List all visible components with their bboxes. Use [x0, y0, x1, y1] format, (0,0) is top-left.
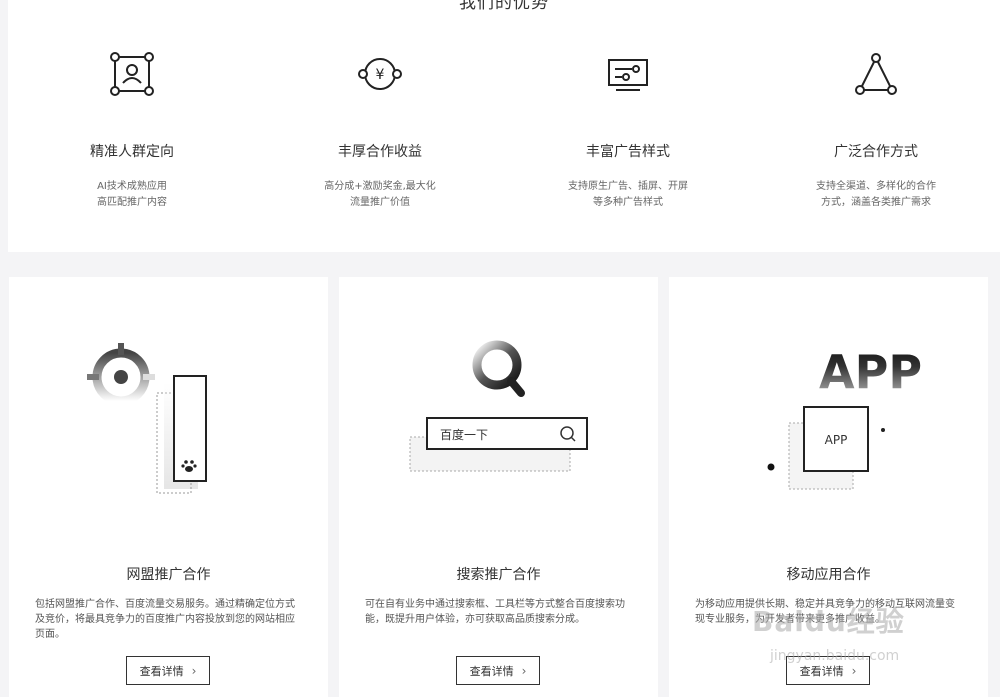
- advantage-item: 精准人群定向 AI技术成熟应用 高匹配推广内容: [8, 52, 256, 211]
- app-logo-text: APP: [819, 345, 922, 399]
- card-desc: 包括网盟推广合作、百度流量交易服务。通过精确定位方式及竞价，将最具竞争力的百度推…: [35, 599, 295, 640]
- watermark: Baidu经验: [752, 605, 905, 638]
- advantage-title: 丰富广告样式: [586, 144, 670, 160]
- card-title: 网盟推广合作: [126, 567, 211, 583]
- advantage-item: ¥ 丰厚合作收益 高分成+激励奖金,最大化 流量推广价值: [256, 52, 504, 211]
- decor-dot: [881, 428, 885, 432]
- card-title: 搜索推广合作: [456, 567, 541, 583]
- view-details-button[interactable]: 查看详情 ›: [456, 656, 540, 685]
- app-tile-text: APP: [825, 433, 848, 447]
- advantage-desc-line: 支持原生广告、插屏、开屏: [568, 181, 688, 192]
- advantage-desc-line: 高分成+激励奖金,最大化: [324, 181, 436, 192]
- network-alliance-illustration: [87, 343, 207, 494]
- chevron-right-icon: ›: [851, 663, 857, 678]
- section-title: 我们的优势: [459, 0, 549, 13]
- card-network-alliance: 网盟推广合作 包括网盟推广合作、百度流量交易服务。通过精确定位方式及竞价，将最具…: [9, 277, 328, 697]
- card-search-promotion: 百度一下 搜索推广合作 可在自有业务中通过搜索框、工具栏等方式整合百度搜索功能，…: [339, 277, 658, 697]
- advantage-desc: 支持原生广告、插屏、开屏 等多种广告样式: [504, 179, 752, 211]
- yuan-coin-icon: ¥: [358, 58, 402, 90]
- button-label: 查看详情: [469, 664, 514, 678]
- advantage-desc: AI技术成熟应用 高匹配推广内容: [8, 179, 256, 211]
- svg-text:¥: ¥: [376, 67, 385, 83]
- chevron-right-icon: ›: [521, 663, 527, 678]
- advantage-title: 广泛合作方式: [834, 144, 918, 160]
- target-user-icon: [110, 52, 154, 96]
- advantage-title: 精准人群定向: [90, 144, 174, 160]
- advantage-desc: 高分成+激励奖金,最大化 流量推广价值: [256, 179, 504, 211]
- advantage-desc-line: 方式，涵盖各类推广需求: [821, 197, 931, 208]
- card-desc: 可在自有业务中通过搜索框、工具栏等方式整合百度搜索功能，既提升用户体验，亦可获取…: [365, 599, 625, 625]
- search-promotion-illustration: 百度一下: [409, 340, 588, 472]
- magnifier-icon: [472, 340, 525, 397]
- chevron-right-icon: ›: [191, 663, 197, 678]
- watermark-url: jingyan.baidu.com: [770, 648, 900, 664]
- button-label: 查看详情: [799, 664, 844, 678]
- decor-dot: [767, 463, 775, 471]
- view-details-button[interactable]: 查看详情 ›: [126, 656, 210, 685]
- mobile-app-illustration: APP APP: [767, 345, 922, 490]
- advantage-desc-line: 支持全渠道、多样化的合作: [816, 181, 936, 192]
- advantages-panel: 我们的优势 精准人群定向 AI技术成熟应用 高匹配推广内容 ¥ 丰厚合作收益 高…: [8, 0, 1000, 252]
- advantage-desc-line: AI技术成熟应用: [97, 181, 167, 192]
- monitor-icon: [608, 59, 648, 91]
- card-title: 移动应用合作: [786, 567, 871, 583]
- advantage-desc-line: 流量推广价值: [350, 197, 410, 208]
- advantage-item: 丰富广告样式 支持原生广告、插屏、开屏 等多种广告样式: [504, 52, 752, 211]
- crosshair-icon: [87, 343, 155, 406]
- advantage-desc: 支持全渠道、多样化的合作 方式，涵盖各类推广需求: [752, 179, 1000, 211]
- advantage-desc-line: 高匹配推广内容: [97, 197, 167, 208]
- advantage-item: 广泛合作方式 支持全渠道、多样化的合作 方式，涵盖各类推广需求: [752, 52, 1000, 211]
- advantage-desc-line: 等多种广告样式: [593, 197, 663, 208]
- triangle-nodes-icon: [855, 53, 897, 95]
- search-box-text: 百度一下: [440, 427, 488, 442]
- button-label: 查看详情: [139, 664, 184, 678]
- advantage-title: 丰厚合作收益: [338, 144, 422, 160]
